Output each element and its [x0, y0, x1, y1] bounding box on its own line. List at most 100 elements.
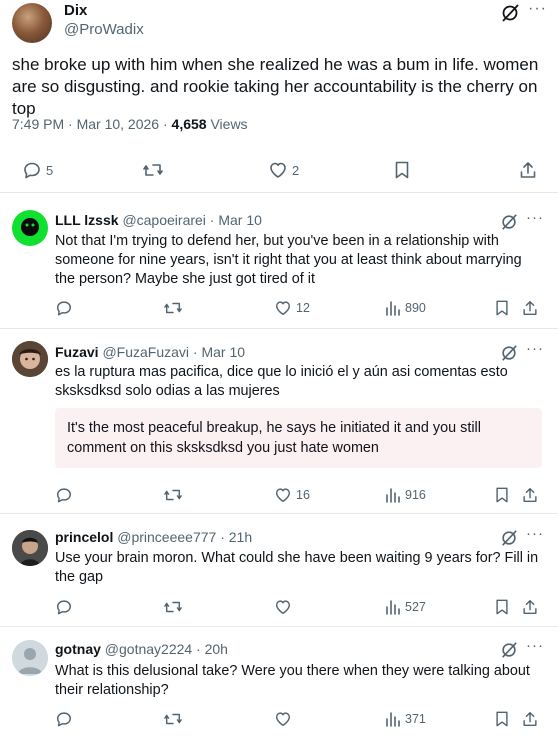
more-icon[interactable]: ···	[526, 209, 544, 226]
view-count: 890	[405, 301, 426, 315]
bookmark-button[interactable]	[494, 710, 510, 728]
bookmark-icon	[494, 486, 510, 504]
reply-text: What is this delusional take? Were you t…	[55, 663, 530, 698]
views-button[interactable]: 527	[385, 598, 426, 616]
reply-button[interactable]: 5	[22, 160, 53, 180]
repost-button[interactable]	[163, 299, 183, 317]
reply-icon	[55, 710, 73, 728]
repost-button[interactable]	[163, 486, 183, 504]
like-button[interactable]: 16	[274, 486, 310, 504]
reply-count: 5	[46, 162, 54, 178]
share-button[interactable]	[521, 710, 539, 728]
repost-button[interactable]	[142, 160, 164, 180]
reply-button[interactable]	[55, 299, 73, 317]
tweet-meta: 7:49 PM · Mar 10, 2026 · 4,658 Views	[12, 116, 248, 132]
grok-icon[interactable]	[500, 641, 518, 659]
share-icon	[521, 598, 539, 616]
like-icon	[274, 598, 292, 616]
reply-author-name[interactable]: princelol	[55, 529, 113, 545]
more-icon[interactable]: ···	[526, 637, 544, 654]
views-icon	[385, 710, 401, 728]
tweet-text: she broke up with him when she realized …	[12, 55, 539, 118]
bookmark-button[interactable]	[494, 299, 510, 317]
reply-action-bar: 12 890	[0, 299, 558, 319]
like-button[interactable]	[274, 710, 292, 728]
reply-icon	[55, 486, 73, 504]
reply-handle-time[interactable]: @capoeirarei · Mar 10	[122, 212, 262, 228]
reply-author-name[interactable]: gotnay	[55, 641, 101, 657]
grok-icon[interactable]	[500, 3, 520, 23]
grok-icon[interactable]	[500, 344, 518, 362]
grok-icon[interactable]	[500, 213, 518, 231]
repost-icon	[163, 598, 183, 616]
reply-header: Fuzavi @FuzaFuzavi · Mar 10	[55, 344, 245, 360]
views-button[interactable]: 916	[385, 486, 426, 504]
bookmark-button[interactable]	[494, 598, 510, 616]
reply-handle-time[interactable]: @FuzaFuzavi · Mar 10	[102, 344, 245, 360]
repost-icon	[163, 486, 183, 504]
views-button[interactable]: 890	[385, 299, 426, 317]
like-icon	[274, 486, 292, 504]
grok-icon[interactable]	[500, 529, 518, 547]
author-handle[interactable]: @ProWadix	[64, 21, 144, 38]
views-icon	[385, 486, 401, 504]
repost-button[interactable]	[163, 710, 183, 728]
reply-text: Not that I'm trying to defend her, but y…	[55, 233, 522, 287]
views-label: Views	[206, 116, 248, 132]
reply-action-bar: 527	[0, 598, 558, 618]
action-bar: 5 2	[0, 160, 558, 186]
reply-author-name[interactable]: LLL lzssk	[55, 212, 119, 228]
reply-icon	[55, 299, 73, 317]
share-button[interactable]	[521, 299, 539, 317]
avatar[interactable]	[12, 341, 48, 377]
share-icon	[518, 160, 538, 180]
avatar[interactable]	[12, 3, 52, 43]
more-icon[interactable]: ···	[528, 0, 547, 18]
avatar[interactable]	[12, 640, 48, 676]
more-icon[interactable]: ···	[526, 525, 544, 542]
bookmark-icon	[393, 160, 411, 180]
reply-icon	[55, 598, 73, 616]
like-button[interactable]: 12	[274, 299, 310, 317]
reply-button[interactable]	[55, 710, 73, 728]
bookmark-button[interactable]	[494, 486, 510, 504]
repost-icon	[163, 710, 183, 728]
views-button[interactable]: 371	[385, 710, 426, 728]
like-button[interactable]: 2	[268, 160, 299, 180]
bookmark-button[interactable]	[393, 160, 411, 180]
translation-box: It's the most peaceful breakup, he says …	[55, 408, 542, 468]
view-count: 916	[405, 488, 426, 502]
like-icon	[274, 299, 292, 317]
share-button[interactable]	[521, 598, 539, 616]
tweet-timestamp[interactable]: 7:49 PM · Mar 10, 2026 ·	[12, 116, 172, 132]
bookmark-icon	[494, 710, 510, 728]
reply-action-bar: 16 916	[0, 486, 558, 506]
main-tweet: Dix @ProWadix ··· she broke up with him …	[0, 0, 558, 193]
reply-author-name[interactable]: Fuzavi	[55, 344, 99, 360]
like-count: 12	[296, 301, 310, 315]
like-icon	[274, 710, 292, 728]
reply-action-bar: 371	[0, 710, 558, 730]
share-button[interactable]	[518, 160, 538, 180]
avatar[interactable]	[12, 530, 48, 566]
like-count: 2	[292, 162, 300, 178]
reply-handle-time[interactable]: @princeeee777 · 21h	[117, 529, 252, 545]
author-name[interactable]: Dix	[64, 2, 87, 19]
avatar[interactable]	[12, 210, 48, 246]
repost-button[interactable]	[163, 598, 183, 616]
like-button[interactable]	[274, 598, 292, 616]
reply-icon	[22, 160, 42, 180]
share-button[interactable]	[521, 486, 539, 504]
reply-button[interactable]	[55, 598, 73, 616]
views-icon	[385, 299, 401, 317]
reply-text: es la ruptura mas pacifica, dice que lo …	[55, 364, 508, 399]
repost-icon	[142, 160, 164, 180]
reply-header: gotnay @gotnay2224 · 20h	[55, 641, 228, 657]
reply-text: Use your brain moron. What could she hav…	[55, 550, 539, 585]
reply-handle-time[interactable]: @gotnay2224 · 20h	[105, 641, 228, 657]
reply-header: princelol @princeeee777 · 21h	[55, 529, 252, 545]
reply-button[interactable]	[55, 486, 73, 504]
reply-header: LLL lzssk @capoeirarei · Mar 10	[55, 212, 262, 228]
bookmark-icon	[494, 598, 510, 616]
more-icon[interactable]: ···	[526, 340, 544, 357]
